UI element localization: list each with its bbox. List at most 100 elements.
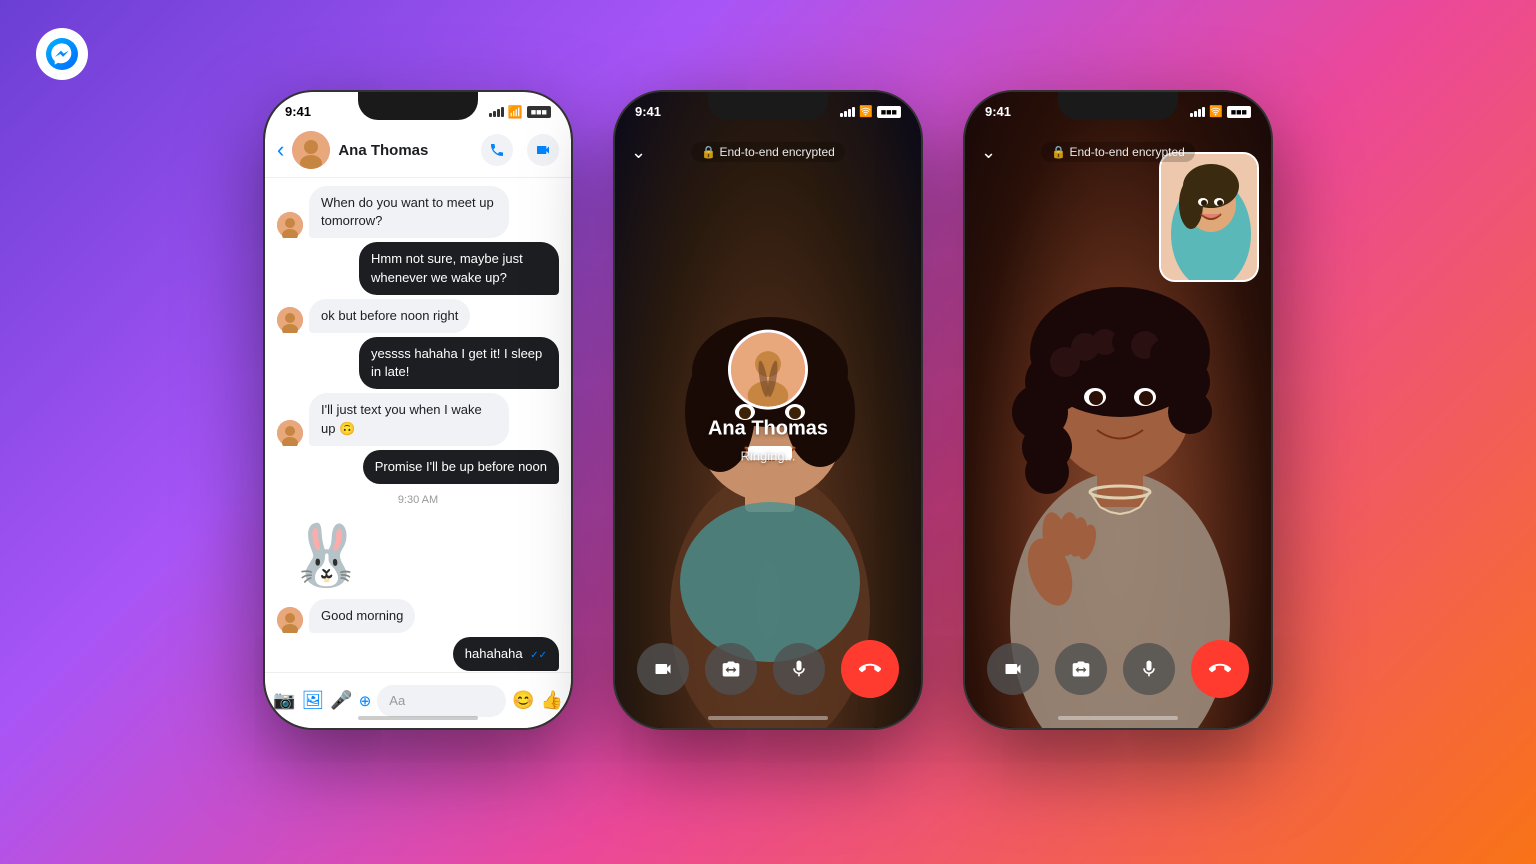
- message-bubble: ok but before noon right: [309, 299, 470, 333]
- phone-incoming-call: 9:41 🛜 ■■■ ⌄: [613, 90, 923, 730]
- mic-icon[interactable]: 🎤: [330, 690, 352, 711]
- message-bubble: Hmm not sure, maybe just whenever we wak…: [359, 242, 559, 294]
- phone-screen-1: 9:41 📶 ■■■ ‹: [265, 92, 571, 728]
- status-icons-3: 🛜 ■■■: [1190, 105, 1251, 118]
- video-screen-2: 9:41 🛜 ■■■ ⌄: [615, 92, 921, 728]
- message-bubble: I'll just text you when I wake up 🙃: [309, 393, 509, 445]
- sticker: 🐰: [289, 520, 364, 591]
- signal-bar-1: [489, 113, 492, 117]
- status-time-3: 9:41: [985, 104, 1011, 119]
- video-top-bar-3: ⌄ 🔒 End-to-end encrypted: [965, 142, 1271, 162]
- wifi-icon-2: 🛜: [859, 105, 873, 118]
- chat-messages: When do you want to meet up tomorrow? Hm…: [265, 178, 571, 684]
- message-bubble: yessss hahaha I get it! I sleep in late!: [359, 337, 559, 389]
- flip-camera-button-2[interactable]: [705, 643, 757, 695]
- signal-bar: [848, 109, 851, 117]
- msg-row: ok but before noon right: [277, 299, 559, 333]
- msg-avatar: [277, 212, 303, 238]
- end-call-button-3[interactable]: [1191, 640, 1249, 698]
- signal-bars-1: [489, 107, 504, 117]
- chat-header: ‹ Ana Thomas: [265, 123, 571, 178]
- phone-notch-2: [708, 92, 828, 120]
- mute-button-2[interactable]: [773, 643, 825, 695]
- call-status: Ringing...: [741, 449, 796, 464]
- message-input[interactable]: Aa: [377, 685, 506, 717]
- signal-bar-4: [501, 107, 504, 117]
- phone-notch-1: [358, 92, 478, 120]
- message-bubble: Good morning: [309, 599, 415, 633]
- lock-icon-2: 🔒: [701, 145, 716, 159]
- battery-icon-3: ■■■: [1227, 106, 1251, 118]
- signal-bar-2: [493, 111, 496, 117]
- contact-name: Ana Thomas: [338, 142, 473, 159]
- phone-notch-3: [1058, 92, 1178, 120]
- chevron-down-icon-2[interactable]: ⌄: [631, 142, 646, 163]
- signal-bars-3: [1190, 107, 1205, 117]
- msg-row: Promise I'll be up before noon: [277, 450, 559, 484]
- msg-row: hahahaha ✓✓: [277, 637, 559, 671]
- signal-bar: [844, 111, 847, 117]
- caller-name: Ana Thomas: [708, 418, 828, 441]
- signal-bar: [852, 107, 855, 117]
- msg-avatar: [277, 420, 303, 446]
- video-toggle-button-2[interactable]: [637, 643, 689, 695]
- contact-avatar: [292, 131, 330, 169]
- encrypted-label-3: 🔒 End-to-end encrypted: [1041, 142, 1195, 162]
- battery-icon-2: ■■■: [877, 106, 901, 118]
- video-screen-3: 9:41 🛜 ■■■ ⌄: [965, 92, 1271, 728]
- status-time-1: 9:41: [285, 104, 311, 119]
- gallery-icon[interactable]: 🖼: [301, 690, 324, 711]
- incoming-call-info: Ana Thomas Ringing...: [708, 330, 828, 464]
- message-bubble: hahahaha ✓✓: [453, 637, 559, 671]
- msg-row: yessss hahaha I get it! I sleep in late!: [277, 337, 559, 389]
- chat-header-actions: [481, 134, 559, 166]
- msg-row: Hmm not sure, maybe just whenever we wak…: [277, 242, 559, 294]
- signal-bar: [840, 113, 843, 117]
- whatsapp-icon[interactable]: ⊕: [359, 692, 372, 710]
- msg-row: When do you want to meet up tomorrow?: [277, 186, 559, 238]
- camera-icon[interactable]: 📷: [273, 690, 295, 711]
- signal-bar: [1202, 107, 1205, 117]
- status-icons-2: 🛜 ■■■: [840, 105, 901, 118]
- message-bubble: When do you want to meet up tomorrow?: [309, 186, 509, 238]
- phone-screen-2: 9:41 🛜 ■■■ ⌄: [615, 92, 921, 728]
- signal-bar: [1194, 111, 1197, 117]
- home-indicator-1: [358, 716, 478, 720]
- encrypted-label-2: 🔒 End-to-end encrypted: [691, 142, 845, 162]
- mute-button-3[interactable]: [1123, 643, 1175, 695]
- end-call-button-2[interactable]: [841, 640, 899, 698]
- message-bubble: Promise I'll be up before noon: [363, 450, 559, 484]
- home-indicator-3: [1058, 716, 1178, 720]
- like-icon[interactable]: 👍: [541, 690, 563, 711]
- wifi-icon-3: 🛜: [1209, 105, 1223, 118]
- msg-row: I'll just text you when I wake up 🙃: [277, 393, 559, 445]
- signal-bars-2: [840, 107, 855, 117]
- voice-call-button[interactable]: [481, 134, 513, 166]
- emoji-icon[interactable]: 😊: [512, 690, 534, 711]
- caller-avatar: [728, 330, 808, 410]
- phone-active-call: 9:41 🛜 ■■■ ⌄: [963, 90, 1273, 730]
- phone-chat: 9:41 📶 ■■■ ‹: [263, 90, 573, 730]
- messenger-logo: [36, 28, 88, 80]
- video-toggle-button-3[interactable]: [987, 643, 1039, 695]
- signal-bar: [1198, 109, 1201, 117]
- home-indicator-2: [708, 716, 828, 720]
- msg-row: Good morning: [277, 599, 559, 633]
- msg-avatar: [277, 307, 303, 333]
- signal-bar-3: [497, 109, 500, 117]
- chevron-down-icon-3[interactable]: ⌄: [981, 142, 996, 163]
- video-call-button[interactable]: [527, 134, 559, 166]
- status-time-2: 9:41: [635, 104, 661, 119]
- lock-icon-3: 🔒: [1051, 145, 1066, 159]
- status-icons-1: 📶 ■■■: [489, 105, 551, 119]
- pip-self-view[interactable]: [1159, 152, 1259, 282]
- flip-camera-button-3[interactable]: [1055, 643, 1107, 695]
- phones-container: 9:41 📶 ■■■ ‹: [0, 90, 1536, 730]
- message-timestamp: 9:30 AM: [277, 494, 559, 506]
- back-button[interactable]: ‹: [277, 137, 284, 163]
- msg-avatar: [277, 607, 303, 633]
- battery-icon-1: ■■■: [527, 106, 551, 118]
- phone-screen-3: 9:41 🛜 ■■■ ⌄: [965, 92, 1271, 728]
- video-controls-3: [965, 640, 1271, 698]
- wifi-icon-1: 📶: [508, 105, 523, 119]
